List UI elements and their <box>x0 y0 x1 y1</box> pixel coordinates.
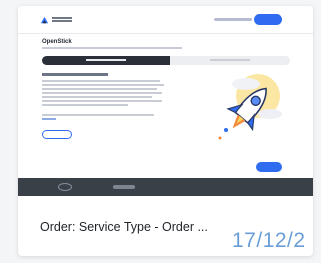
footer-logo-icon <box>58 183 72 191</box>
page-preview-thumbnail: OpenStick <box>18 6 313 196</box>
preview-outline-button <box>42 130 72 139</box>
preview-text-line <box>42 88 157 90</box>
preview-page-subtitle <box>42 47 182 49</box>
preview-text-line <box>42 84 164 86</box>
preview-text-line <box>42 100 162 102</box>
card-date: 17/12/2 <box>232 229 306 252</box>
preview-next-button <box>256 162 282 172</box>
brand-wordmark <box>52 17 72 24</box>
order-card[interactable]: OpenStick Order: Service Type - Order ..… <box>18 6 313 256</box>
brand-logo-icon <box>40 16 49 24</box>
preview-step-next <box>170 56 290 65</box>
preview-footer <box>18 178 313 196</box>
preview-header <box>18 6 313 34</box>
preview-header-button <box>254 14 282 25</box>
preview-page-title: OpenStick <box>42 39 72 45</box>
preview-text-line <box>42 104 128 106</box>
preview-step-active <box>42 56 170 65</box>
rocket-icon <box>218 74 282 140</box>
preview-text-line <box>42 92 162 94</box>
preview-text-line <box>42 114 154 116</box>
preview-section-heading <box>42 73 108 76</box>
preview-link-line <box>42 118 56 120</box>
preview-text-line <box>42 80 160 82</box>
footer-partner-logo <box>113 185 135 189</box>
preview-header-link <box>214 18 252 21</box>
preview-text-line <box>42 96 152 98</box>
